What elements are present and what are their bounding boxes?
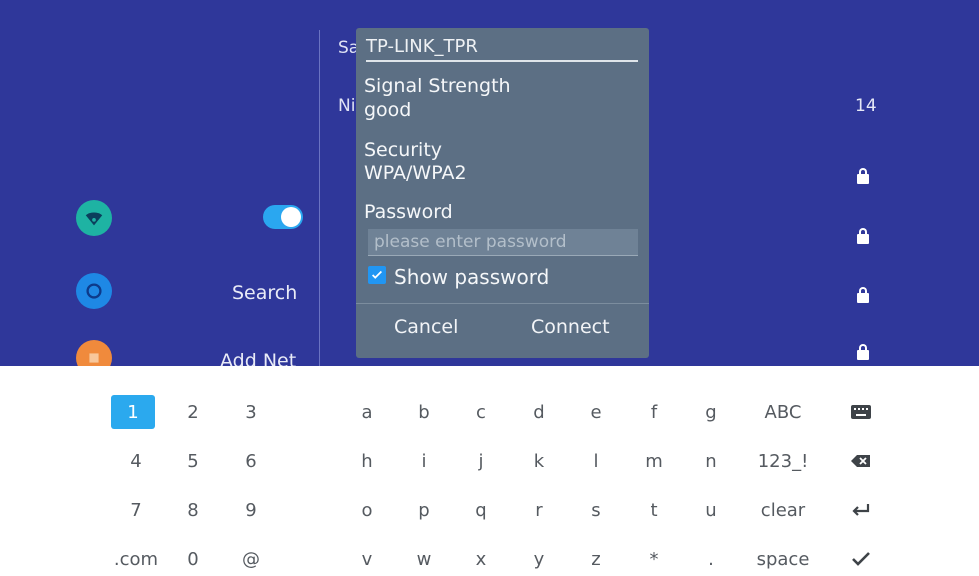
key-m[interactable]: m — [629, 444, 679, 478]
wifi-toggle[interactable] — [263, 205, 303, 229]
key-v[interactable]: v — [342, 542, 392, 576]
key-2[interactable]: 2 — [168, 395, 218, 429]
key-period[interactable]: . — [686, 542, 736, 576]
settings-screen: Search Add Net Sa Ni 14 TP-LINK_TPR Sign… — [0, 0, 979, 366]
key-1[interactable]: 1 — [111, 395, 155, 429]
toggle-knob — [281, 207, 301, 227]
keyboard-icon — [851, 405, 871, 419]
signal-strength-label: Signal Strength — [364, 75, 511, 97]
password-label: Password — [364, 201, 453, 223]
password-field[interactable] — [368, 229, 638, 256]
key-w[interactable]: w — [399, 542, 449, 576]
search-icon[interactable] — [76, 273, 112, 309]
key-s[interactable]: s — [571, 493, 621, 527]
network-count: 14 — [855, 96, 877, 116]
key-t[interactable]: t — [629, 493, 679, 527]
add-net-label[interactable]: Add Net — [220, 350, 296, 366]
key-d[interactable]: d — [514, 395, 564, 429]
lock-icon — [857, 287, 869, 303]
password-input[interactable] — [368, 229, 638, 255]
key-k[interactable]: k — [514, 444, 564, 478]
wifi-icon[interactable] — [76, 200, 112, 236]
key-3[interactable]: 3 — [226, 395, 276, 429]
key-u[interactable]: u — [686, 493, 736, 527]
security-value: WPA/WPA2 — [364, 162, 467, 184]
key-symbols[interactable]: 123_! — [758, 444, 809, 478]
cancel-button[interactable]: Cancel — [394, 316, 458, 338]
key-at[interactable]: @ — [226, 542, 276, 576]
add-network-icon[interactable] — [76, 340, 112, 366]
key-8[interactable]: 8 — [168, 493, 218, 527]
key-asterisk[interactable]: * — [629, 542, 679, 576]
key-g[interactable]: g — [686, 395, 736, 429]
key-enter[interactable] — [836, 493, 886, 527]
security-label: Security — [364, 139, 443, 161]
key-l[interactable]: l — [571, 444, 621, 478]
key-7[interactable]: 7 — [111, 493, 161, 527]
key-y[interactable]: y — [514, 542, 564, 576]
key-clear[interactable]: clear — [758, 493, 808, 527]
signal-strength-value: good — [364, 99, 412, 121]
key-n[interactable]: n — [686, 444, 736, 478]
key-a[interactable]: a — [342, 395, 392, 429]
dialog-separator — [356, 303, 649, 304]
dialog-ssid: TP-LINK_TPR — [366, 36, 638, 62]
key-q[interactable]: q — [456, 493, 506, 527]
onscreen-keyboard: 1 2 3 a b c d e f g ABC 4 5 6 h i j k l … — [0, 366, 979, 576]
key-0[interactable]: 0 — [168, 542, 218, 576]
key-done[interactable] — [836, 542, 886, 576]
show-password-checkbox[interactable] — [368, 266, 386, 284]
key-9[interactable]: 9 — [226, 493, 276, 527]
lock-icon — [857, 228, 869, 244]
list-row-partial: Ni — [338, 96, 356, 116]
key-6[interactable]: 6 — [226, 444, 276, 478]
key-b[interactable]: b — [399, 395, 449, 429]
key-backspace[interactable] — [836, 444, 886, 478]
search-label[interactable]: Search — [232, 282, 297, 304]
key-i[interactable]: i — [399, 444, 449, 478]
lock-icon — [857, 168, 869, 184]
enter-icon — [852, 504, 870, 516]
key-o[interactable]: o — [342, 493, 392, 527]
backspace-icon — [851, 455, 870, 467]
key-c[interactable]: c — [456, 395, 506, 429]
panel-divider — [319, 30, 320, 366]
lock-icon — [857, 344, 869, 360]
key-j[interactable]: j — [456, 444, 506, 478]
key-4[interactable]: 4 — [111, 444, 161, 478]
key-5[interactable]: 5 — [168, 444, 218, 478]
connect-button[interactable]: Connect — [531, 316, 610, 338]
key-f[interactable]: f — [629, 395, 679, 429]
key-abc[interactable]: ABC — [758, 395, 808, 429]
key-space[interactable]: space — [757, 542, 810, 576]
key-h[interactable]: h — [342, 444, 392, 478]
wifi-connect-dialog: TP-LINK_TPR Signal Strength good Securit… — [356, 28, 649, 358]
key-dotcom[interactable]: .com — [111, 542, 161, 576]
key-p[interactable]: p — [399, 493, 449, 527]
key-hide-keyboard[interactable] — [836, 395, 886, 429]
key-z[interactable]: z — [571, 542, 621, 576]
show-password-label[interactable]: Show password — [394, 265, 549, 289]
checkmark-icon — [852, 552, 870, 566]
key-x[interactable]: x — [456, 542, 506, 576]
key-r[interactable]: r — [514, 493, 564, 527]
key-e[interactable]: e — [571, 395, 621, 429]
